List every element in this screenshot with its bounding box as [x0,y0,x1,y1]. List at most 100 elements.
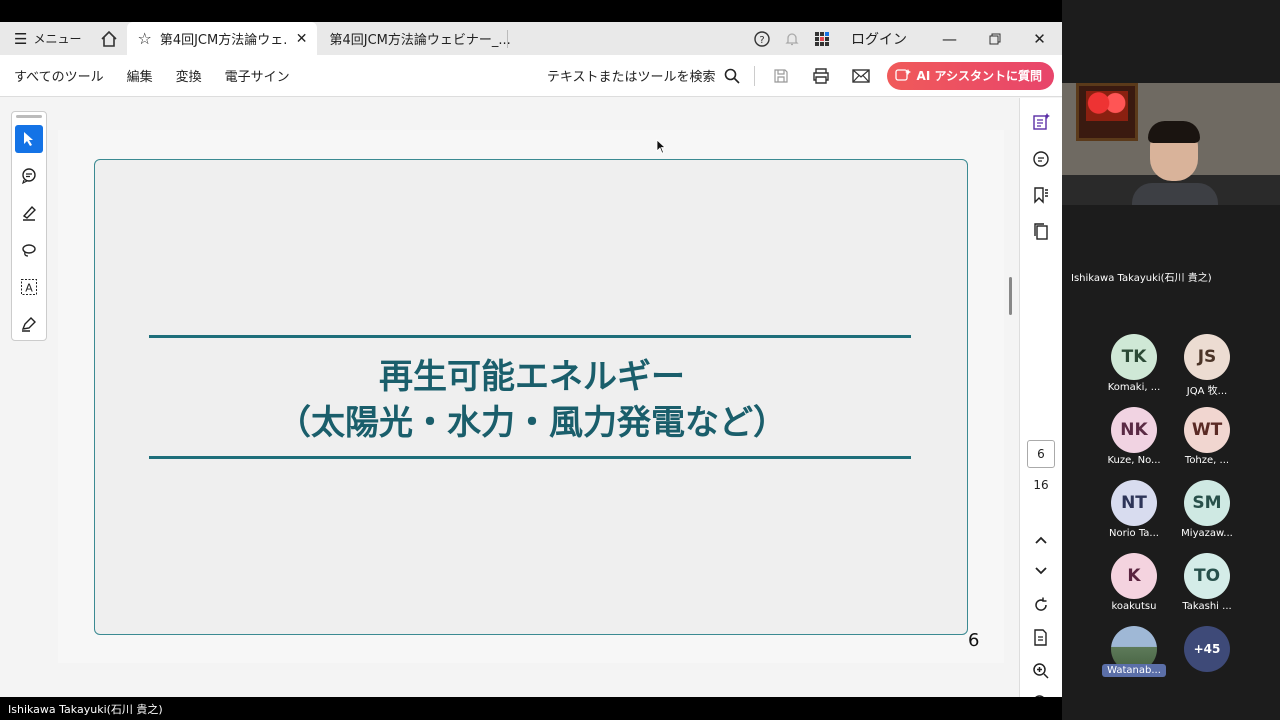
slide-bottom-rule [149,456,911,459]
toolbar-divider [753,65,755,86]
all-tools-menu[interactable]: すべてのツール [0,66,104,85]
cursor-arrow-icon [24,132,33,146]
participant-tile[interactable]: WT Tohze, ... [1172,407,1242,466]
participant-tile[interactable]: NK Kuze, No... [1099,407,1169,466]
rotate-icon [1035,597,1047,611]
quick-tools-palette: A [11,111,47,341]
menu-button[interactable]: ☰ メニュー [0,22,91,55]
draw-tool[interactable] [15,236,43,264]
participant-name: Norio Ta... [1109,528,1159,539]
minimize-icon: — [942,29,957,48]
bell-icon [785,32,799,45]
palette-drag-handle[interactable] [16,115,42,118]
current-page-input[interactable]: 6 [1027,440,1055,468]
pdf-page-slide: 再生可能エネルギー （太陽光・水力・風力発電など） [94,159,968,635]
svg-text:A: A [25,282,33,295]
edit-menu[interactable]: 編集 [113,66,153,85]
bookmarks-panel-button[interactable] [1029,183,1053,207]
text-box-tool[interactable]: A [15,273,43,301]
page-mode-icon [1034,629,1047,646]
close-icon: ✕ [1033,29,1046,48]
zoom-in-button[interactable] [1029,659,1053,683]
apps-grid-icon [815,31,829,46]
avatar: NK [1111,407,1157,453]
ai-summary-button[interactable] [1029,110,1053,134]
participant-name: Watanab... [1102,664,1166,677]
more-participants-count: +45 [1184,626,1230,672]
search-tools[interactable]: テキストまたはツールを検索 [547,66,716,85]
video-person-hair [1148,121,1200,143]
participant-tile[interactable]: TO Takashi ... [1172,553,1242,612]
svg-text:?: ? [759,35,764,46]
select-tool[interactable] [15,125,43,153]
notifications-button[interactable] [777,22,807,55]
star-icon[interactable]: ☆ [137,29,151,48]
participant-tile[interactable]: TK Komaki, ... [1099,334,1169,393]
zoom-in-icon [1033,663,1049,679]
mail-icon [851,68,870,83]
home-button[interactable] [91,22,127,55]
participant-name: Takashi ... [1182,601,1232,612]
next-page-button[interactable] [1029,559,1053,583]
email-button[interactable] [841,55,881,97]
avatar: JS [1184,334,1230,380]
slide-top-rule [149,335,911,338]
e-sign-menu[interactable]: 電子サイン [211,66,290,85]
avatar: K [1111,553,1157,599]
pages-panel-button[interactable] [1029,219,1053,243]
save-icon [773,68,788,83]
total-pages: 16 [1033,478,1049,492]
ai-assistant-button[interactable]: AI アシスタントに質問 [886,61,1054,90]
speaker-name-label: Ishikawa Takayuki(石川 貴之) [1071,273,1212,284]
ai-summary-icon [1033,113,1050,130]
comments-panel-button[interactable] [1029,147,1053,171]
comment-tool[interactable] [15,162,43,190]
convert-menu[interactable]: 変換 [162,66,202,85]
scroll-mode-button[interactable] [1029,626,1053,650]
tab-divider [507,29,509,48]
mouse-cursor-icon [656,139,666,154]
tab-label: 第4回JCM方法論ウェビナー_... [329,33,511,48]
sign-tool[interactable] [15,310,43,338]
chevron-up-icon [1035,536,1047,544]
screen: ☰ メニュー ☆ 第4回JCM方法論ウェ... ✕ 第4回JCM方法論ウェビナー… [0,0,1280,720]
minimize-button[interactable]: — [927,22,972,55]
avatar: TO [1184,553,1230,599]
right-side-rail: 6 16 [1019,98,1062,711]
highlighter-icon [22,205,36,221]
search-icon[interactable] [724,68,740,84]
participant-tile[interactable]: NT Norio Ta... [1099,480,1169,539]
bookmark-icon [1034,187,1048,204]
vertical-scrollbar[interactable] [1009,277,1012,315]
participant-tile[interactable]: K koakutsu [1099,553,1169,612]
help-button[interactable]: ? [747,22,777,55]
hamburger-icon: ☰ [14,29,28,48]
slide-title-line-1: 再生可能エネルギー [379,357,685,397]
previous-page-button[interactable] [1029,528,1053,552]
restore-icon [989,33,1000,44]
participant-tile[interactable]: SM Miyazaw... [1172,480,1242,539]
tab-document-1[interactable]: ☆ 第4回JCM方法論ウェ... ✕ [127,22,318,55]
participant-name: Komaki, ... [1107,382,1161,393]
tab-document-2[interactable]: 第4回JCM方法論ウェビナー_... [317,22,511,55]
participant-name: Tohze, ... [1184,455,1230,466]
close-window-button[interactable]: ✕ [1017,22,1062,55]
login-button[interactable]: ログイン [837,29,927,49]
avatar: SM [1184,480,1230,526]
video-art-flowers [1086,91,1128,121]
apps-button[interactable] [807,22,837,55]
participant-tile[interactable]: Watanab... [1099,626,1169,677]
print-button[interactable] [801,55,841,97]
ai-assistant-label: AI アシスタントに質問 [916,69,1042,83]
close-tab-icon[interactable]: ✕ [296,31,308,47]
comments-icon [1033,151,1049,167]
rotate-button[interactable] [1029,593,1053,617]
highlight-tool[interactable] [15,199,43,227]
more-participants-button[interactable]: +45 [1172,626,1242,674]
restore-button[interactable] [972,22,1017,55]
comment-icon [21,168,36,185]
participant-tile[interactable]: JS JQA 牧... [1172,334,1242,397]
acrobat-window: ☰ メニュー ☆ 第4回JCM方法論ウェ... ✕ 第4回JCM方法論ウェビナー… [0,22,1062,711]
save-button[interactable] [761,55,801,97]
main-toolbar: すべてのツール 編集 変換 電子サイン テキストまたはツールを検索 AI アシス… [0,55,1062,97]
